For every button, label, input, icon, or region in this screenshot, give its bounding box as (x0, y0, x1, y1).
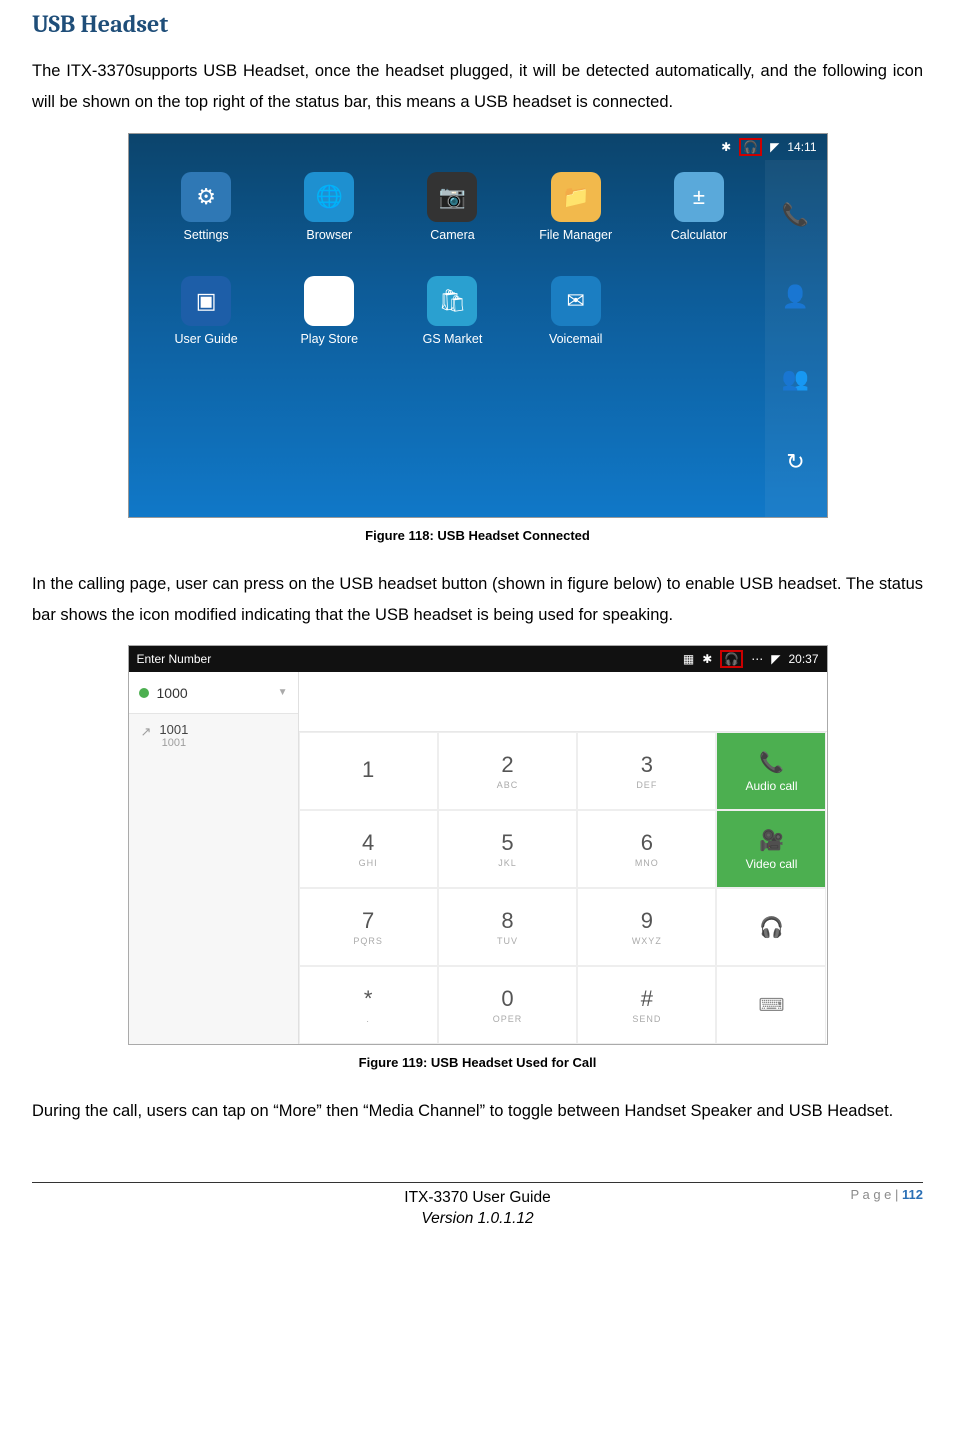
app-playstore[interactable]: ▶ Play Store (272, 276, 387, 360)
key-9[interactable]: 9WXYZ (577, 888, 716, 966)
number-display[interactable] (299, 672, 827, 732)
video-icon: 🎥 (759, 828, 784, 853)
dialpad: 1 2ABC 3DEF 📞 Audio call 4GHI 5JKL 6MNO 🎥… (299, 732, 827, 1044)
phone-icon[interactable]: 📞 (782, 202, 809, 228)
key-star[interactable]: *. (299, 966, 438, 1044)
page-number: P a g e | 112 (850, 1187, 923, 1202)
side-shortcut-bar: 📞 👤 👥 ↻ (765, 160, 827, 517)
keyboard-button[interactable]: ⌨ (716, 966, 826, 1044)
headset-icon: 🎧 (739, 138, 762, 156)
footer-title: ITX-3370 User Guide (32, 1187, 923, 1209)
paragraph-1: The ITX-3370supports USB Headset, once t… (32, 56, 923, 119)
app-gsmarket[interactable]: 🛍 GS Market (395, 276, 510, 360)
app-filemanager[interactable]: 📁 File Manager (518, 172, 633, 256)
app-label: Browser (306, 228, 352, 242)
page-footer: P a g e | 112 ITX-3370 User Guide Versio… (32, 1182, 923, 1230)
audio-call-label: Audio call (745, 779, 797, 793)
status-dot-icon (139, 688, 149, 698)
key-8[interactable]: 8TUV (438, 888, 577, 966)
key-7[interactable]: 7PQRS (299, 888, 438, 966)
app-calculator[interactable]: ± Calculator (641, 172, 756, 256)
app-label: Voicemail (549, 332, 603, 346)
clock-text: 14:11 (787, 140, 816, 154)
app-label: Calculator (671, 228, 727, 242)
calc-icon: ± (674, 172, 724, 222)
figure-2-caption: Figure 119: USB Headset Used for Call (32, 1055, 923, 1070)
bag-icon: 🛍 (427, 276, 477, 326)
video-call-label: Video call (746, 857, 798, 871)
book-icon: ▣ (181, 276, 231, 326)
key-hash[interactable]: #SEND (577, 966, 716, 1044)
app-label: User Guide (174, 332, 237, 346)
keyboard-icon: ⌨ (758, 995, 784, 1016)
transfer-icon[interactable]: ↻ (786, 449, 804, 475)
voicemail-icon: ✉ (551, 276, 601, 326)
figure-1: ✱ 🎧 ◤ 14:11 ⚙ Settings 🌐 Browser 📷 Camera 📁… (32, 133, 923, 518)
app-label: Play Store (300, 332, 358, 346)
app-camera[interactable]: 📷 Camera (395, 172, 510, 256)
key-1[interactable]: 1 (299, 732, 438, 810)
audio-call-button[interactable]: 📞 Audio call (716, 732, 826, 810)
bluetooth-icon: ✱ (721, 140, 731, 154)
gear-icon: ⚙ (181, 172, 231, 222)
key-3[interactable]: 3DEF (577, 732, 716, 810)
status-bar-2: Enter Number ▦ ✱ 🎧 ⋯ ◤ 20:37 (129, 646, 827, 672)
camera-icon: 📷 (427, 172, 477, 222)
wifi-icon: ◤ (770, 140, 779, 154)
wifi-icon: ◤ (771, 652, 780, 666)
paragraph-3: During the call, users can tap on “More”… (32, 1096, 923, 1127)
folder-icon: 📁 (551, 172, 601, 222)
footer-version: Version 1.0.1.12 (32, 1208, 923, 1230)
app-voicemail[interactable]: ✉ Voicemail (518, 276, 633, 360)
app-browser[interactable]: 🌐 Browser (272, 172, 387, 256)
conference-icon[interactable]: 👥 (782, 366, 809, 392)
app-label: Settings (184, 228, 229, 242)
account-selector[interactable]: 1000 ▼ (129, 672, 298, 714)
phone-icon: 📞 (759, 750, 784, 775)
chevron-down-icon: ▼ (278, 687, 288, 698)
contact-icon[interactable]: 👤 (782, 284, 809, 310)
accounts-pane: 1000 ▼ ↗ 1001 1001 (129, 672, 299, 1044)
app-settings[interactable]: ⚙ Settings (149, 172, 264, 256)
app-label: File Manager (539, 228, 612, 242)
paragraph-2: In the calling page, user can press on t… (32, 569, 923, 632)
figure-1-caption: Figure 118: USB Headset Connected (32, 528, 923, 543)
grid-icon: ▦ (683, 652, 694, 666)
globe-icon: 🌐 (304, 172, 354, 222)
history-number: 1001 (159, 722, 188, 737)
call-history-item[interactable]: ↗ 1001 1001 (129, 714, 298, 757)
key-0[interactable]: 0OPER (438, 966, 577, 1044)
account-number: 1000 (157, 685, 188, 701)
dialer-screenshot: Enter Number ▦ ✱ 🎧 ⋯ ◤ 20:37 1000 ▼ ↗ (128, 645, 828, 1045)
app-grid: ⚙ Settings 🌐 Browser 📷 Camera 📁 File Manager… (129, 160, 827, 517)
bluetooth-icon: ✱ (702, 652, 712, 666)
headset-toggle-button[interactable]: 🎧 (716, 888, 826, 966)
key-5[interactable]: 5JKL (438, 810, 577, 888)
video-call-button[interactable]: 🎥 Video call (716, 810, 826, 888)
home-screenshot: ✱ 🎧 ◤ 14:11 ⚙ Settings 🌐 Browser 📷 Camera 📁… (128, 133, 828, 518)
key-2[interactable]: 2ABC (438, 732, 577, 810)
network-icon: ⋯ (751, 652, 763, 666)
status-bar: ✱ 🎧 ◤ 14:11 (129, 134, 827, 160)
title-text: Enter Number (137, 652, 212, 666)
figure-2: Enter Number ▦ ✱ 🎧 ⋯ ◤ 20:37 1000 ▼ ↗ (32, 645, 923, 1045)
app-label: GS Market (423, 332, 483, 346)
headset-icon: 🎧 (759, 915, 784, 940)
app-userguide[interactable]: ▣ User Guide (149, 276, 264, 360)
key-6[interactable]: 6MNO (577, 810, 716, 888)
dialpad-pane: 1 2ABC 3DEF 📞 Audio call 4GHI 5JKL 6MNO 🎥… (299, 672, 827, 1044)
history-subtext: 1001 (159, 737, 188, 749)
key-4[interactable]: 4GHI (299, 810, 438, 888)
section-heading: USB Headset (32, 10, 923, 38)
headset-active-icon: 🎧 (720, 650, 743, 668)
outgoing-call-icon: ↗ (141, 722, 152, 740)
app-label: Camera (430, 228, 474, 242)
clock-text: 20:37 (788, 652, 818, 666)
play-icon: ▶ (304, 276, 354, 326)
